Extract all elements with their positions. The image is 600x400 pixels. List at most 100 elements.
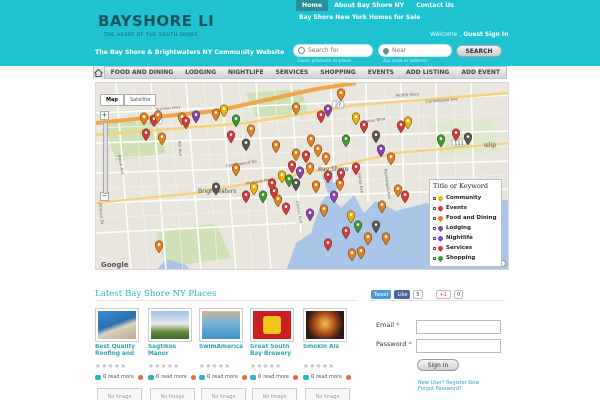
place-name[interactable]: Best Quality Roofing and — [95, 344, 144, 359]
place-card-no-image[interactable]: No Image — [150, 388, 195, 400]
nav-services[interactable]: SERVICES — [270, 69, 315, 76]
place-card[interactable]: Smokin Als ★★★★★ 0 read more — [303, 308, 352, 380]
nav-lodging[interactable]: LODGING — [179, 69, 222, 76]
place-footer: 0 read more — [199, 374, 248, 380]
facebook-like-button[interactable]: Like — [394, 290, 411, 299]
review-count: 0 — [156, 374, 160, 380]
legend-checkbox[interactable] — [433, 196, 436, 200]
email-field[interactable] — [416, 320, 501, 334]
nav-nightlife[interactable]: NIGHTLIFE — [222, 69, 270, 76]
legend-item-lodging[interactable]: Lodging — [433, 223, 498, 233]
forgot-password-link[interactable]: Forgot Password? — [418, 386, 462, 392]
place-card-no-image[interactable]: No Image — [252, 388, 297, 400]
place-thumbnail[interactable] — [148, 308, 192, 342]
favorite-icon[interactable] — [138, 374, 143, 380]
read-more-link[interactable]: read more — [108, 374, 134, 380]
route-shield: 27 — [331, 100, 345, 109]
search-button[interactable]: SEARCH — [456, 45, 502, 57]
location-pin-icon — [381, 46, 391, 55]
legend-checkbox[interactable] — [433, 226, 436, 230]
favorite-icon[interactable] — [191, 374, 196, 380]
homes-for-sale-link[interactable]: Bay Shore New York Homes for Sale — [299, 14, 420, 21]
legend-item-events[interactable]: Events — [433, 203, 498, 213]
legend-item-services[interactable]: Services — [433, 243, 498, 253]
place-thumbnail[interactable] — [250, 308, 294, 342]
legend-item-nightlife[interactable]: Nightlife — [433, 233, 498, 243]
place-thumbnail[interactable] — [95, 308, 139, 342]
signin-button[interactable]: Sign In — [417, 359, 459, 371]
legend-checkbox[interactable] — [433, 256, 436, 260]
logo-text: BAYSHORE LI — [98, 12, 215, 30]
site-logo[interactable]: BAYSHORE LI THE HEART OF THE SOUTH SHORE — [98, 12, 216, 42]
comment-icon — [250, 374, 256, 380]
legend-checkbox[interactable] — [433, 206, 436, 210]
place-thumbnail[interactable] — [199, 308, 243, 342]
legend-item-food-dining[interactable]: Food and Dining — [433, 213, 498, 223]
search-icon — [298, 47, 305, 54]
legend-item-shopping[interactable]: Shopping — [433, 253, 498, 263]
password-label: Password * — [376, 340, 412, 348]
google-plus-button[interactable]: +1 — [435, 290, 451, 299]
read-more-link[interactable]: read more — [161, 374, 187, 380]
route-shield: 111 — [451, 138, 467, 147]
map-tab-map[interactable]: Map — [100, 94, 124, 106]
place-name[interactable]: Great South Bay Brewery — [250, 344, 299, 359]
svg-text:111: 111 — [454, 141, 464, 147]
read-more-link[interactable]: read more — [212, 374, 238, 380]
place-footer: 0 read more — [95, 374, 144, 380]
place-footer: 0 read more — [250, 374, 299, 380]
legend-label: Shopping — [446, 255, 476, 261]
legend-checkbox[interactable] — [433, 246, 436, 250]
rating-stars: ★★★★★ — [199, 362, 231, 370]
place-thumbnail[interactable] — [303, 308, 347, 342]
search-for-input[interactable] — [308, 47, 372, 54]
place-card[interactable]: Great South Bay Brewery ★★★★★ 0 read mor… — [250, 308, 299, 380]
favorite-icon[interactable] — [293, 374, 298, 380]
read-more-link[interactable]: read more — [263, 374, 289, 380]
search-near-input[interactable] — [392, 47, 451, 54]
nav-food-dining[interactable]: FOOD AND DINING — [105, 69, 180, 76]
top-link-about[interactable]: About Bay Shore NY — [328, 0, 410, 11]
place-name[interactable]: Smokin Als — [303, 344, 352, 359]
legend-checkbox[interactable] — [433, 236, 436, 240]
svg-text:27: 27 — [335, 103, 341, 109]
rating-stars: ★★★★★ — [148, 362, 180, 370]
place-card-no-image[interactable]: No Image — [97, 388, 142, 400]
search-near-box — [378, 44, 452, 57]
divider — [95, 300, 357, 301]
zoom-slider[interactable] — [100, 122, 109, 194]
legend-pin-icon — [436, 244, 445, 252]
search-near-hint: Zip code or address — [383, 59, 428, 64]
place-card-no-image[interactable]: No Image — [305, 388, 350, 400]
page: BAYSHORE LI THE HEART OF THE SOUTH SHORE… — [0, 0, 600, 400]
email-label: Email * — [376, 321, 400, 329]
place-card[interactable]: Sagtikos Manor ★★★★★ 0 read more — [148, 308, 197, 380]
top-link-contact[interactable]: Contact Us — [410, 0, 460, 11]
search-for-hint: Food, products or place — [298, 59, 351, 64]
welcome-text: Welcome , — [430, 31, 462, 38]
favorite-icon[interactable] — [242, 374, 247, 380]
map-tab-satellite[interactable]: Satellite — [123, 94, 157, 106]
place-card-no-image[interactable]: No Image — [201, 388, 246, 400]
place-card[interactable]: Best Quality Roofing and ★★★★★ 0 read mo… — [95, 308, 144, 380]
tweet-button[interactable]: Tweet — [371, 290, 392, 299]
favorite-icon[interactable] — [346, 374, 351, 380]
zoom-in-button[interactable]: + — [100, 111, 109, 120]
header-signin-link[interactable]: Sign In — [485, 31, 509, 38]
nav-shopping[interactable]: SHOPPING — [314, 69, 361, 76]
read-more-link[interactable]: read more — [316, 374, 342, 380]
nav-add-listing[interactable]: ADD LISTING — [400, 69, 455, 76]
legend-label: Nightlife — [446, 235, 473, 241]
top-link-home[interactable]: Home — [296, 0, 329, 11]
nav-events[interactable]: EVENTS — [362, 69, 400, 76]
nav-home-button[interactable] — [94, 66, 105, 79]
password-field[interactable] — [416, 339, 501, 353]
gplus-count: 0 — [453, 290, 464, 299]
nav-add-event[interactable]: ADD EVENT — [455, 69, 506, 76]
legend-checkbox[interactable] — [433, 216, 436, 220]
legend-item-community[interactable]: Community — [433, 193, 498, 203]
place-name[interactable]: Sagtikos Manor — [148, 344, 197, 359]
legend-label: Food and Dining — [446, 215, 497, 221]
place-name[interactable]: SwimAmerica — [199, 344, 248, 359]
place-card[interactable]: SwimAmerica ★★★★★ 0 read more — [199, 308, 248, 380]
